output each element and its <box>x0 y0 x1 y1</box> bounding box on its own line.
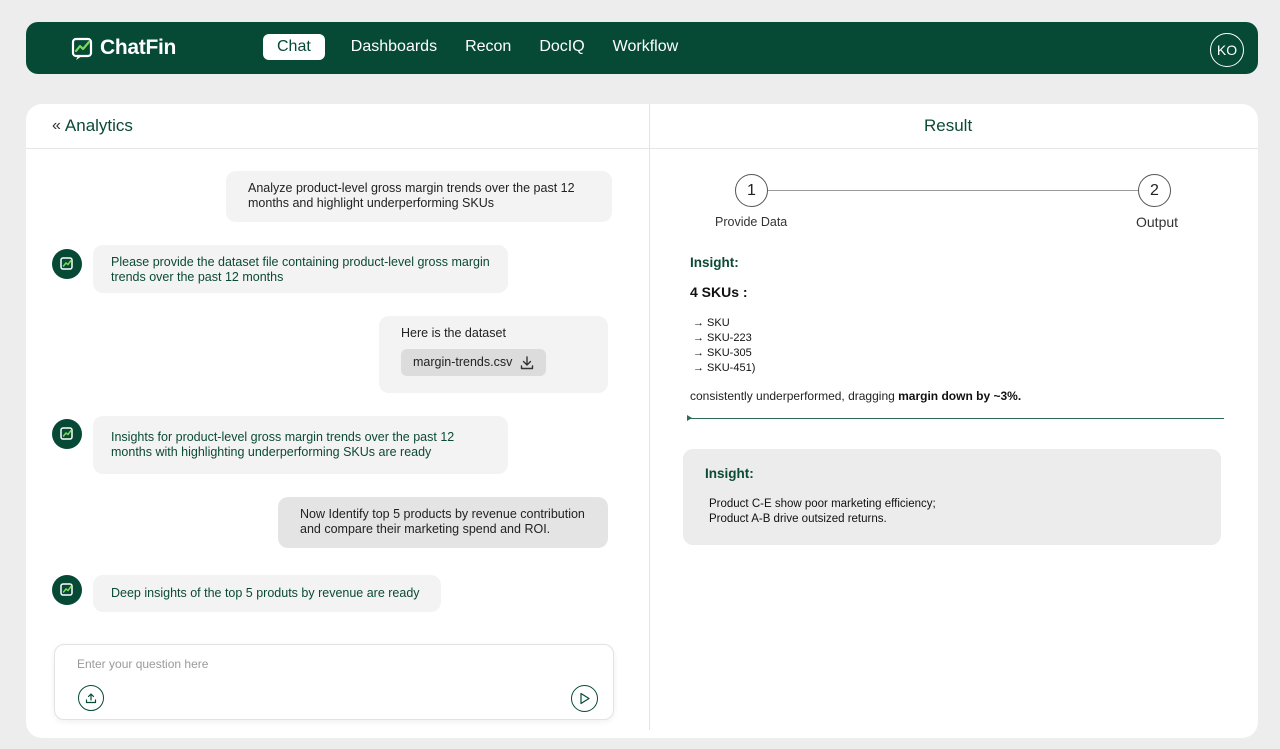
sku-count: 4 SKUs : <box>690 284 748 300</box>
insight-line: Product A-B drive outsized returns. <box>709 513 887 525</box>
step-2-label: Output <box>1136 214 1179 230</box>
nav-recon[interactable]: Recon <box>451 34 525 60</box>
sku-item: → SKU-451) <box>693 362 756 374</box>
sku-item: → SKU <box>693 317 730 329</box>
main-nav: Chat Dashboards Recon DocIQ Workflow <box>263 34 692 60</box>
step-connector <box>767 190 1140 191</box>
chatfin-bot-icon <box>60 427 73 440</box>
double-chevron-left-icon: « <box>52 117 61 134</box>
sku-item: → SKU-223 <box>693 332 752 344</box>
sku-item: → SKU-305 <box>693 347 752 359</box>
nav-dashboards[interactable]: Dashboards <box>337 34 451 60</box>
summary-highlight: margin down by ~3%. <box>898 389 1022 403</box>
send-button[interactable] <box>571 685 598 712</box>
message-text: Insights for product-level gross margin … <box>111 430 455 459</box>
message-text: Please provide the dataset file containi… <box>111 255 490 284</box>
user-message: Analyze product-level gross margin trend… <box>226 171 612 222</box>
panel-divider <box>649 104 650 730</box>
download-icon[interactable] <box>520 355 534 370</box>
sku-summary: consistently underperformed, dragging ma… <box>690 389 1021 403</box>
message-text: Analyze product-level gross margin trend… <box>248 181 575 210</box>
result-title: Result <box>924 116 973 135</box>
insight-card-title: Insight: <box>705 466 754 481</box>
bot-avatar <box>52 249 82 279</box>
analytics-title: Analytics <box>64 116 133 135</box>
step-2-circle[interactable]: 2 <box>1138 174 1171 207</box>
chatfin-bot-icon <box>60 257 73 270</box>
bot-avatar <box>52 575 82 605</box>
bot-message: Deep insights of the top 5 produts by re… <box>93 575 441 612</box>
question-input-box <box>54 644 614 720</box>
user-avatar[interactable]: KO <box>1210 33 1244 67</box>
message-text: Deep insights of the top 5 produts by re… <box>111 586 420 600</box>
bot-message: Insights for product-level gross margin … <box>93 416 508 474</box>
message-text: Here is the dataset <box>401 326 506 340</box>
nav-dociq[interactable]: DocIQ <box>525 34 598 60</box>
nav-chat[interactable]: Chat <box>263 34 325 60</box>
file-attachment[interactable]: margin-trends.csv <box>401 349 547 376</box>
header-divider <box>26 148 1258 149</box>
step-1-label: Provide Data <box>715 215 788 229</box>
step-1-circle[interactable]: 1 <box>735 174 768 207</box>
file-name: margin-trends.csv <box>413 355 513 369</box>
sku-list: → SKU → SKU-223 → SKU-305 → SKU-451) <box>693 316 755 376</box>
user-message: Now Identify top 5 products by revenue c… <box>278 497 608 548</box>
message-text: Now Identify top 5 products by revenue c… <box>300 507 585 536</box>
section-separator <box>687 415 1224 421</box>
chatfin-logo-icon <box>71 37 93 60</box>
chatfin-bot-icon <box>60 583 73 596</box>
question-input[interactable] <box>77 657 477 671</box>
insight-title: Insight: <box>690 255 739 270</box>
brand-logo[interactable]: ChatFin <box>70 35 176 61</box>
nav-workflow[interactable]: Workflow <box>599 34 693 60</box>
insight-card: Insight: Product C-E show poor marketing… <box>683 449 1221 545</box>
top-navbar: ChatFin Chat Dashboards Recon DocIQ Work… <box>26 22 1258 74</box>
upload-icon <box>85 693 97 704</box>
bot-avatar <box>52 419 82 449</box>
analytics-header[interactable]: « Analytics <box>52 116 133 136</box>
summary-text: consistently underperformed, dragging <box>690 389 899 403</box>
brand-name: ChatFin <box>100 36 177 59</box>
main-card: « Analytics Result Analyze product-level… <box>26 104 1258 738</box>
bot-message: Please provide the dataset file containi… <box>93 245 508 293</box>
insight-card-body: Product C-E show poor marketing efficien… <box>709 497 936 527</box>
user-message: Here is the dataset margin-trends.csv <box>379 316 608 393</box>
insight-line: Product C-E show poor marketing efficien… <box>709 498 936 510</box>
upload-button[interactable] <box>78 685 104 711</box>
send-icon <box>580 692 590 705</box>
